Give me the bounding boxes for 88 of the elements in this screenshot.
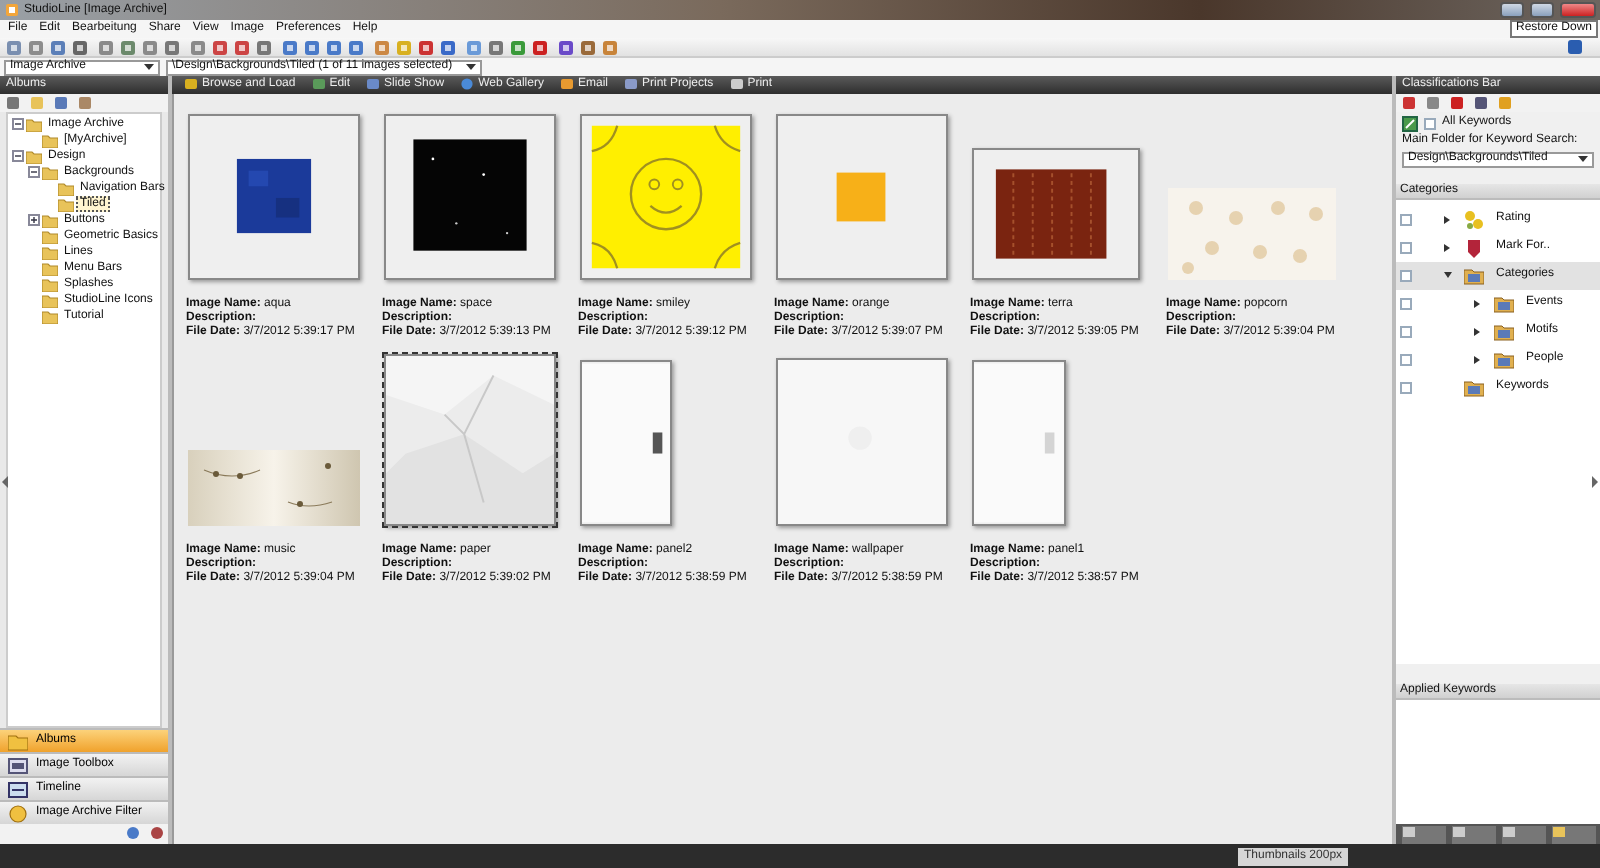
folder-icon — [1494, 293, 1514, 314]
toolbar-button[interactable] — [98, 39, 116, 55]
toolbar-button[interactable] — [126, 826, 144, 842]
toolbar-button[interactable] — [6, 95, 24, 111]
toolbar-button[interactable] — [142, 39, 160, 55]
expand-icon[interactable] — [1444, 215, 1452, 224]
toolbar-button[interactable] — [28, 39, 46, 55]
pencil-icon — [1402, 115, 1418, 131]
toolbar-button[interactable] — [50, 39, 68, 55]
folder-icon — [1494, 349, 1514, 370]
caret-icon — [466, 64, 476, 70]
panel-tab[interactable] — [1552, 825, 1596, 843]
checkbox[interactable] — [1400, 297, 1412, 310]
caret-icon — [1578, 156, 1588, 163]
tab-icon — [1502, 825, 1516, 837]
toolbar-button[interactable] — [234, 39, 252, 55]
expand-icon[interactable] — [1474, 355, 1482, 364]
toolbar-button[interactable] — [1402, 115, 1418, 131]
toolbox-icon — [8, 755, 28, 775]
folder-icon — [1464, 265, 1484, 286]
toolbar-button[interactable] — [1450, 95, 1468, 111]
filter-icon — [8, 803, 28, 823]
collapse-icon[interactable] — [12, 150, 24, 162]
checkbox[interactable] — [1400, 381, 1412, 394]
collapse-icon[interactable] — [1444, 271, 1452, 280]
tab-icon — [1402, 825, 1416, 837]
toolbar-button[interactable] — [150, 826, 168, 842]
folder-icon — [184, 78, 198, 91]
expand-icon[interactable] — [1474, 327, 1482, 336]
tab-icon — [1552, 825, 1566, 837]
rating-icon — [1464, 209, 1484, 230]
checkbox[interactable] — [1400, 241, 1412, 254]
toolbar-button[interactable] — [304, 39, 322, 55]
toolbar-button[interactable] — [418, 39, 436, 55]
toolbar-button[interactable] — [348, 39, 366, 55]
pencil-icon — [311, 78, 326, 91]
checkbox[interactable] — [1400, 213, 1412, 226]
toolbar-button[interactable] — [326, 39, 344, 55]
app-icon — [6, 4, 18, 16]
checkbox[interactable] — [1400, 325, 1412, 338]
panel-tab[interactable] — [1452, 825, 1496, 843]
globe-icon — [460, 78, 475, 91]
expand-icon[interactable] — [1444, 243, 1452, 252]
printer-icon — [624, 78, 638, 91]
printer-icon — [729, 78, 744, 91]
expand-icon[interactable] — [28, 214, 40, 226]
minimize-button[interactable] — [1500, 2, 1524, 18]
checkbox[interactable] — [1400, 269, 1412, 282]
checkbox[interactable] — [1424, 117, 1436, 129]
toolbar-button[interactable] — [54, 95, 72, 111]
panel-tab[interactable] — [1402, 825, 1446, 843]
panel-tab[interactable] — [1502, 825, 1546, 843]
toolbar-button[interactable] — [190, 39, 208, 55]
toolbar-button[interactable] — [256, 39, 274, 55]
toolbar-button[interactable] — [72, 39, 90, 55]
toolbar-button[interactable] — [120, 39, 138, 55]
toolbar-button[interactable] — [282, 39, 300, 55]
app-icon — [1566, 38, 1584, 56]
toolbar-button[interactable] — [6, 39, 24, 55]
toolbar-button[interactable] — [1474, 95, 1492, 111]
collapse-icon[interactable] — [12, 118, 24, 130]
toolbar-button[interactable] — [558, 39, 576, 55]
toolbar-button[interactable] — [488, 39, 506, 55]
close-button[interactable] — [1560, 2, 1596, 18]
toolbar-button[interactable] — [1402, 95, 1420, 111]
folder-icon — [1494, 321, 1514, 342]
toolbar-button[interactable] — [510, 39, 528, 55]
expand-icon[interactable] — [1474, 299, 1482, 308]
toolbar-button[interactable] — [212, 39, 230, 55]
toolbar-button[interactable] — [532, 39, 550, 55]
toolbar-button[interactable] — [602, 39, 620, 55]
collapse-arrow-icon[interactable] — [2, 476, 8, 488]
collapse-icon[interactable] — [28, 166, 40, 178]
maximize-button[interactable] — [1530, 2, 1554, 18]
flag-icon — [1464, 237, 1484, 258]
caret-icon — [144, 64, 154, 70]
toolbar-button[interactable] — [580, 39, 598, 55]
folder-icon — [1464, 377, 1484, 398]
envelope-icon — [559, 78, 574, 91]
tab-icon — [1452, 825, 1466, 837]
toolbar-button[interactable] — [440, 39, 458, 55]
toolbar-button[interactable] — [78, 95, 96, 111]
expand-arrow-icon[interactable] — [1592, 476, 1598, 488]
toolbar-button[interactable] — [164, 39, 182, 55]
checkbox[interactable] — [1400, 353, 1412, 366]
timeline-icon — [8, 779, 28, 799]
toolbar-button[interactable] — [1426, 95, 1444, 111]
slideshow-icon — [366, 78, 381, 91]
